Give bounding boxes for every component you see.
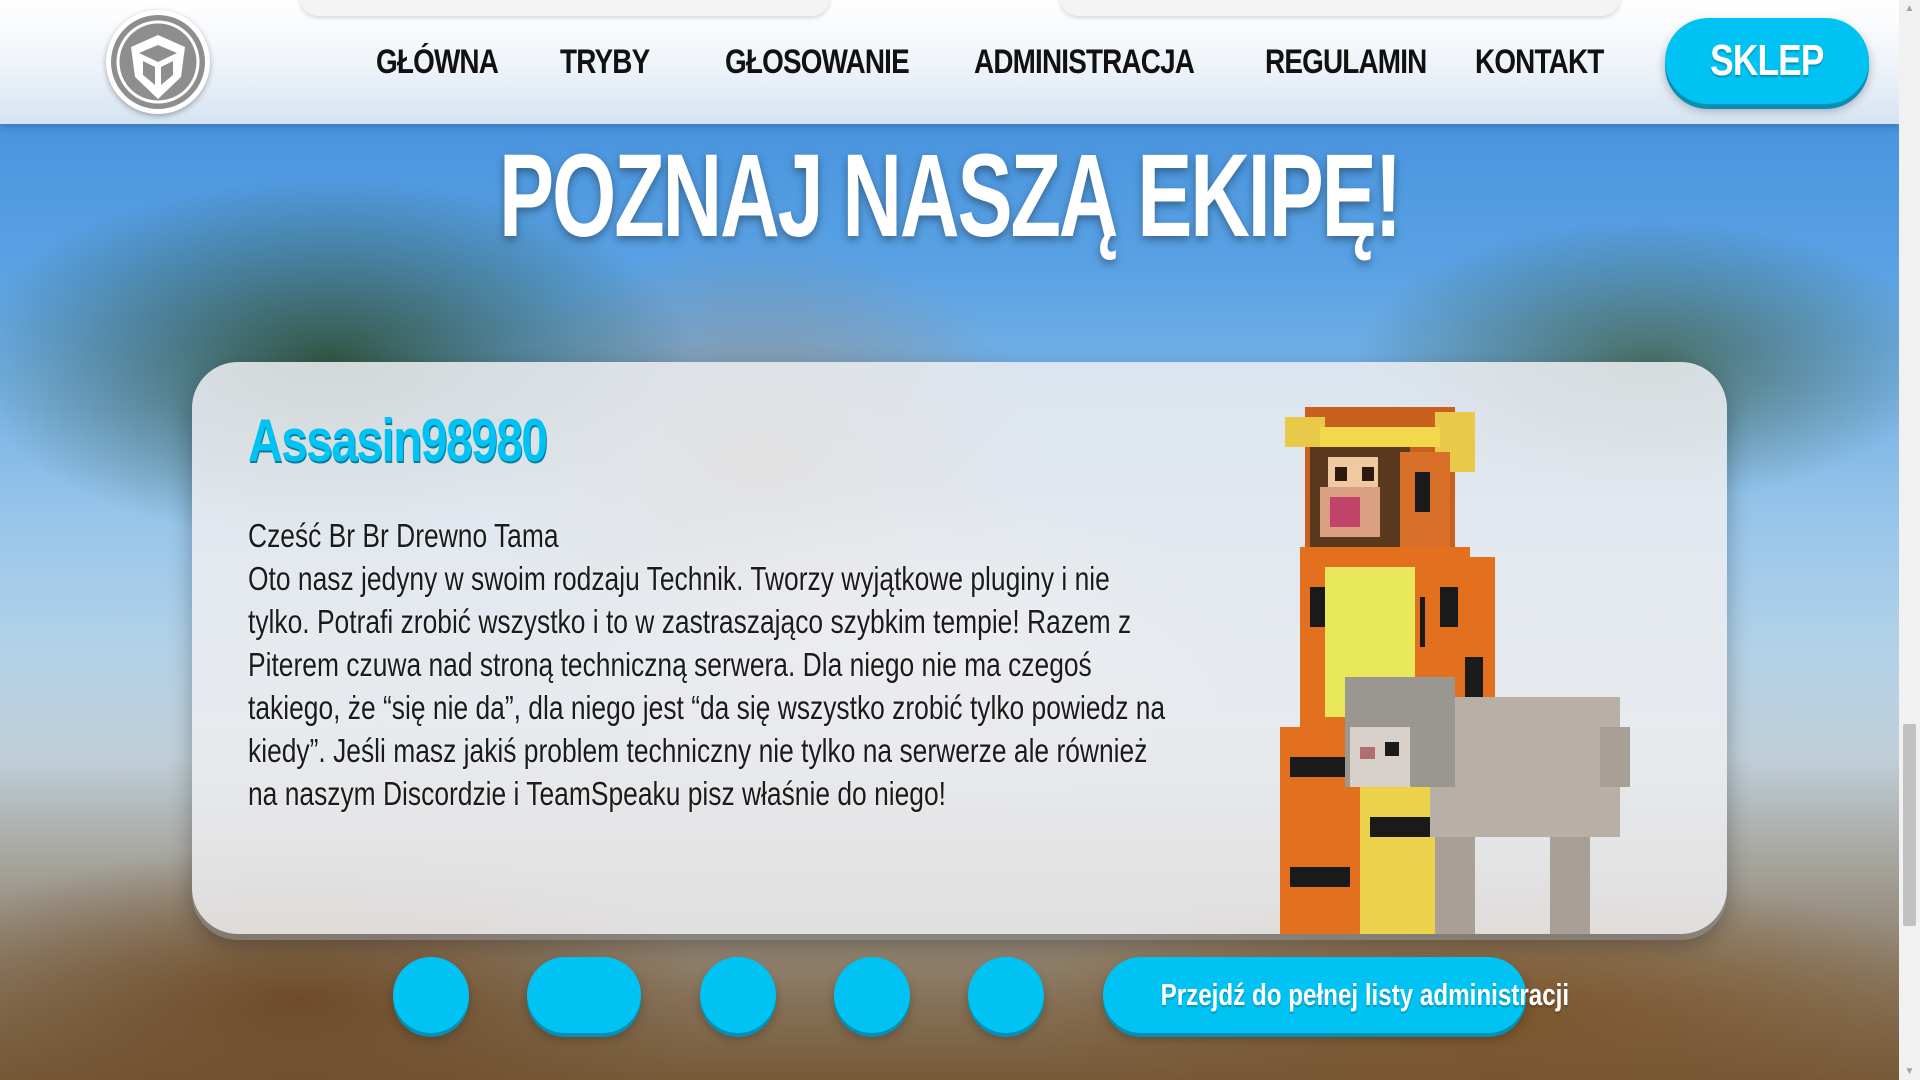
full-admin-list-label: Przejdź do pełnej listy administracji [1160,977,1570,1012]
carousel-dot-5[interactable] [968,957,1044,1033]
nav-item-administracja[interactable]: ADMINISTRACJA [974,36,1195,88]
carousel-dot-3[interactable] [700,957,776,1033]
nav-item-glosowanie[interactable]: GŁOSOWANIE [725,36,910,88]
scroll-up-arrow-icon[interactable]: ▲ [1899,0,1920,17]
page-scrollbar[interactable]: ▲ ▼ [1899,0,1920,1080]
nav-item-regulamin[interactable]: REGULAMIN [1265,36,1427,88]
nav-item-tryby[interactable]: TRYBY [560,36,650,88]
top-pill-left [300,0,830,16]
member-greeting: Cześć Br Br Drewno Tama [248,517,559,554]
shop-button[interactable]: SKLEP [1665,18,1869,104]
page-title: POZNAJ NASZĄ EKIPĘ! [0,128,1899,264]
shop-button-label: SKLEP [1710,36,1824,85]
member-bio: Oto nasz jedyny w swoim rodzaju Technik.… [248,560,1173,812]
member-card: Assasin98980 Cześć Br Br Drewno Tama Oto… [192,362,1727,934]
scroll-thumb[interactable] [1903,724,1916,926]
carousel-dot-2-active[interactable] [527,957,641,1033]
page-title-text: POZNAJ NASZĄ EKIPĘ! [499,130,1402,262]
top-pill-right [1060,0,1620,16]
member-skin-image [1280,407,1630,934]
nav-item-glowna[interactable]: GŁÓWNA [376,36,499,88]
nav-item-kontakt[interactable]: KONTAKT [1475,36,1604,88]
carousel-dot-4[interactable] [834,957,910,1033]
carousel-dot-1[interactable] [393,957,469,1033]
main-nav: GŁÓWNA TRYBY GŁOSOWANIE ADMINISTRACJA RE… [0,36,1899,88]
full-admin-list-button[interactable]: Przejdź do pełnej listy administracji [1103,957,1569,1033]
scroll-down-arrow-icon[interactable]: ▼ [1899,1063,1920,1080]
member-description: Cześć Br Br Drewno Tama Oto nasz jedyny … [248,514,1168,815]
site-header: GŁÓWNA TRYBY GŁOSOWANIE ADMINISTRACJA RE… [0,0,1899,124]
member-name: Assasin98980 [248,407,548,474]
